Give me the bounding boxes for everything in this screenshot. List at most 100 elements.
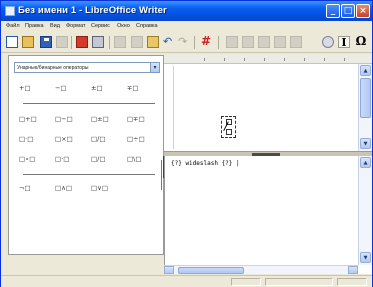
print-icon[interactable] (92, 36, 104, 48)
category-select[interactable]: Унарные/бинарные операторы ▾ (14, 62, 160, 73)
app-icon[interactable] (5, 6, 15, 16)
ruler-tick (324, 58, 325, 61)
ruler-tick (244, 58, 245, 61)
element-button[interactable]: □∘□ (19, 154, 47, 164)
formula-cursor-icon[interactable]: # (201, 35, 213, 48)
scroll-down-icon[interactable]: ▼ (360, 252, 371, 263)
window-title: Без имени 1 - LibreOffice Writer (18, 5, 167, 16)
undo-icon[interactable]: ↶ (163, 36, 175, 48)
element-button[interactable]: −□ (55, 83, 83, 93)
element-button[interactable]: □÷□ (127, 134, 155, 144)
element-button[interactable]: □×□ (55, 134, 83, 144)
horizontal-ruler[interactable] (164, 55, 372, 64)
elements-panel: Унарные/бинарные операторы ▾ +□ −□ ±□ ∓□… (8, 55, 164, 255)
element-button[interactable]: □/□ (91, 154, 119, 164)
menu-file[interactable]: Файл (6, 23, 20, 29)
document-view[interactable]: ∕ (164, 55, 372, 151)
menu-tools[interactable]: Сервис (91, 23, 110, 29)
toolbar-separator (109, 36, 110, 49)
formula-object[interactable]: ∕ (221, 116, 236, 138)
redo-icon[interactable]: ↷ (178, 36, 190, 48)
libreoffice-window: Без имени 1 - LibreOffice Writer _ □ × Ф… (0, 0, 373, 287)
element-button[interactable]: ¬□ (19, 183, 47, 193)
element-button[interactable]: □·□ (19, 134, 47, 144)
status-field (265, 278, 333, 286)
status-field (231, 278, 261, 286)
formula-cursor-icon[interactable]: I (338, 36, 350, 48)
menu-edit[interactable]: Правка (25, 23, 44, 29)
standard-toolbar: ↶ ↷ # I Ω (1, 32, 372, 53)
element-button[interactable]: ±□ (91, 83, 119, 93)
element-button[interactable]: □+□ (19, 114, 47, 124)
element-button[interactable]: □∕□ (91, 134, 119, 144)
menu-window[interactable]: Окно (117, 23, 130, 29)
ruler-tick (284, 58, 285, 61)
element-button[interactable]: +□ (19, 83, 47, 93)
elements-row: □∘□ □⋅□ □/□ □\□ (19, 154, 159, 164)
category-value: Унарные/бинарные операторы (17, 65, 89, 71)
menu-bar: Файл Правка Вид Формат Сервис Окно Справ… (1, 21, 372, 32)
symbols-icon[interactable]: Ω (355, 35, 367, 48)
toolbar-separator (194, 36, 195, 49)
ruler-tick (204, 58, 205, 61)
scroll-up-icon[interactable]: ▲ (360, 65, 371, 76)
scroll-up-icon[interactable]: ▲ (360, 157, 371, 168)
export-icon[interactable] (56, 36, 68, 48)
command-vertical-scrollbar[interactable]: ▲ ▼ (358, 156, 372, 265)
elements-row: □·□ □×□ □∕□ □÷□ (19, 134, 159, 144)
formula-command-text[interactable]: {?} wideslash {?} | (171, 160, 240, 167)
chevron-down-icon[interactable]: ▾ (150, 63, 159, 72)
scrollbar-thumb[interactable] (360, 78, 371, 118)
panel-resize-handle[interactable] (161, 160, 162, 190)
zoom-in-icon[interactable] (226, 36, 238, 48)
element-button[interactable]: □−□ (55, 114, 83, 124)
elements-separator (23, 174, 155, 175)
element-button[interactable]: □∓□ (127, 114, 155, 124)
cut-icon[interactable] (114, 36, 126, 48)
toolbar-separator (218, 36, 219, 49)
scrollbar-thumb[interactable] (178, 267, 244, 274)
document-page[interactable]: ∕ (173, 66, 372, 149)
minimize-button[interactable]: _ (326, 4, 340, 18)
ruler-tick (344, 58, 345, 61)
close-button[interactable]: × (356, 4, 370, 18)
elements-row: □+□ □−□ □±□ □∓□ (19, 114, 159, 124)
zoom-icon[interactable] (322, 36, 334, 48)
elements-row: ¬□ □∧□ □∨□ (19, 183, 159, 193)
new-document-icon[interactable] (6, 36, 18, 48)
elements-separator (23, 103, 155, 104)
maximize-button[interactable]: □ (341, 4, 355, 18)
menu-view[interactable]: Вид (50, 23, 60, 29)
element-button[interactable]: □⋅□ (55, 154, 83, 164)
paste-icon[interactable] (147, 36, 159, 48)
scroll-right-icon[interactable] (348, 266, 358, 274)
element-button[interactable]: □±□ (91, 114, 119, 124)
element-button[interactable]: □\□ (127, 154, 155, 164)
element-button[interactable]: ∓□ (127, 83, 155, 93)
ruler-tick (264, 58, 265, 61)
status-bar (1, 275, 372, 287)
open-icon[interactable] (22, 36, 34, 48)
menu-format[interactable]: Формат (66, 23, 86, 29)
element-button[interactable]: □∧□ (55, 183, 83, 193)
elements-row: +□ −□ ±□ ∓□ (19, 83, 159, 93)
ruler-tick (224, 58, 225, 61)
status-field (337, 278, 367, 286)
element-button[interactable]: □∨□ (91, 183, 119, 193)
zoom-out-icon[interactable] (242, 36, 254, 48)
toolbar-separator (71, 36, 72, 49)
document-vertical-scrollbar[interactable]: ▲ ▼ (358, 64, 372, 151)
scroll-down-icon[interactable]: ▼ (360, 138, 371, 149)
update-icon[interactable] (290, 36, 302, 48)
command-horizontal-scrollbar[interactable] (164, 265, 358, 274)
show-all-icon[interactable] (274, 36, 286, 48)
menu-help[interactable]: Справка (136, 23, 158, 29)
scroll-left-icon[interactable] (164, 266, 174, 274)
command-window[interactable]: {?} wideslash {?} | (164, 156, 372, 274)
save-icon[interactable] (40, 36, 52, 48)
title-bar[interactable]: Без имени 1 - LibreOffice Writer _ □ × (1, 1, 372, 21)
zoom-100-icon[interactable] (258, 36, 270, 48)
pdf-icon[interactable] (76, 36, 88, 48)
ruler-tick (304, 58, 305, 61)
copy-icon[interactable] (131, 36, 143, 48)
